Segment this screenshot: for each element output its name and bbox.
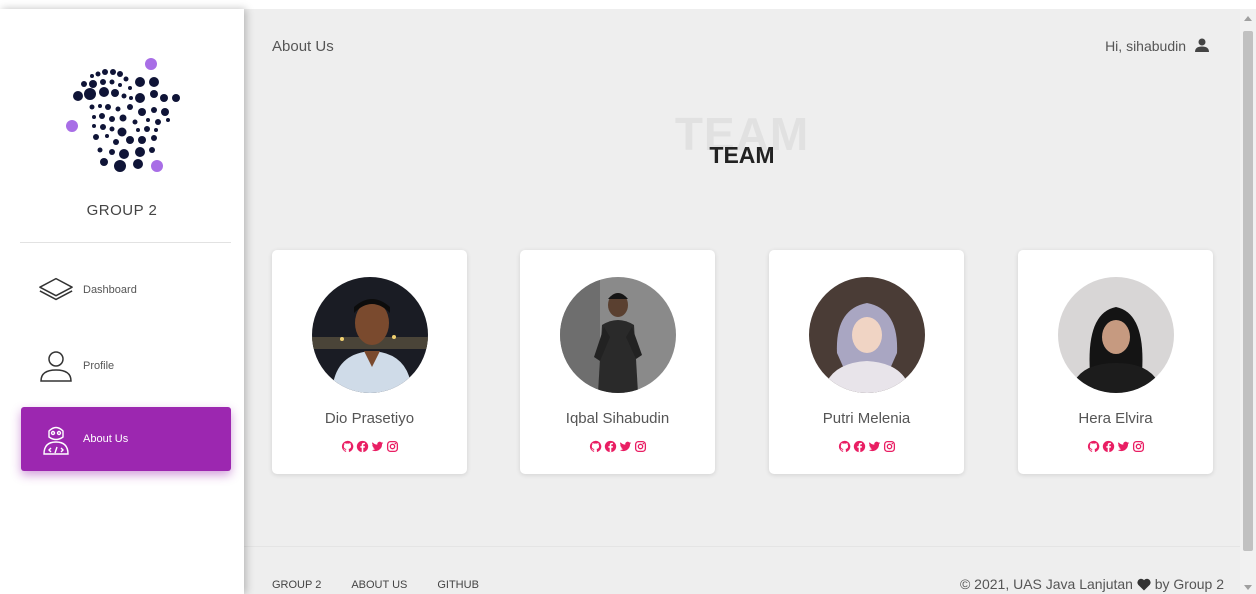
layers-icon <box>38 272 74 308</box>
user-greeting[interactable]: Hi, sihabudin <box>1105 38 1186 54</box>
instagram-icon[interactable] <box>634 440 647 453</box>
sidebar-item-profile[interactable]: Profile <box>21 334 231 398</box>
github-icon[interactable] <box>1087 440 1100 453</box>
sidebar-item-label: Profile <box>83 360 115 372</box>
social-links <box>1018 440 1213 453</box>
team-card: Putri Melenia <box>769 250 964 474</box>
team-card: Dio Prasetiyo <box>272 250 467 474</box>
facebook-icon[interactable] <box>853 440 866 453</box>
member-avatar <box>809 277 925 393</box>
sidebar: GROUP 2 Dashboard Profile About Us <box>0 9 244 594</box>
copyright-text: © 2021, UAS Java Lanjutan <box>959 576 1133 592</box>
developer-icon <box>38 421 74 457</box>
footer-divider <box>244 546 1240 547</box>
heart-icon <box>1137 578 1151 591</box>
scroll-down-arrow-icon[interactable] <box>1244 585 1252 590</box>
social-links <box>272 440 467 453</box>
footer-link-github[interactable]: GITHUB <box>437 579 479 591</box>
instagram-icon[interactable] <box>386 440 399 453</box>
group-logo <box>62 54 188 182</box>
page-title: About Us <box>272 38 334 55</box>
browser-top-strip <box>0 0 1256 9</box>
github-icon[interactable] <box>589 440 602 453</box>
sidebar-item-dashboard[interactable]: Dashboard <box>21 258 231 322</box>
twitter-icon[interactable] <box>619 440 632 453</box>
sidebar-item-about-us[interactable]: About Us <box>21 407 231 471</box>
twitter-icon[interactable] <box>1117 440 1130 453</box>
sidebar-item-label: About Us <box>83 433 129 445</box>
facebook-icon[interactable] <box>1102 440 1115 453</box>
twitter-icon[interactable] <box>868 440 881 453</box>
footer-links: GROUP 2 ABOUT US GITHUB <box>272 579 479 591</box>
section-title: TEAM <box>709 142 775 168</box>
sidebar-item-label: Dashboard <box>83 284 137 296</box>
scroll-up-arrow-icon[interactable] <box>1244 16 1252 21</box>
scroll-thumb[interactable] <box>1243 31 1253 551</box>
user-outline-icon <box>38 348 74 384</box>
member-avatar <box>560 277 676 393</box>
member-name: Putri Melenia <box>822 410 911 427</box>
github-icon[interactable] <box>838 440 851 453</box>
instagram-icon[interactable] <box>1132 440 1145 453</box>
social-links <box>520 440 715 453</box>
sidebar-divider <box>20 242 231 243</box>
twitter-icon[interactable] <box>371 440 384 453</box>
member-name: Iqbal Sihabudin <box>565 410 670 427</box>
main-content: About Us Hi, sihabudin TEAM TEAM Dio Pra… <box>244 9 1240 594</box>
facebook-icon[interactable] <box>356 440 369 453</box>
footer-link-group2[interactable]: GROUP 2 <box>272 579 321 591</box>
social-links <box>769 440 964 453</box>
github-icon[interactable] <box>341 440 354 453</box>
member-avatar <box>312 277 428 393</box>
facebook-icon[interactable] <box>604 440 617 453</box>
vertical-scrollbar[interactable] <box>1240 9 1256 594</box>
copyright-by: by Group 2 <box>1154 576 1224 592</box>
team-card: Iqbal Sihabudin <box>520 250 715 474</box>
member-name: Dio Prasetiyo <box>324 410 415 427</box>
instagram-icon[interactable] <box>883 440 896 453</box>
person-icon[interactable] <box>1194 37 1210 53</box>
footer-copyright: © 2021, UAS Java Lanjutan by Group 2 <box>960 576 1224 592</box>
member-name: Hera Elvira <box>1078 410 1153 427</box>
team-card: Hera Elvira <box>1018 250 1213 474</box>
brand-name: GROUP 2 <box>86 202 158 219</box>
footer-link-about-us[interactable]: ABOUT US <box>351 579 407 591</box>
member-avatar <box>1058 277 1174 393</box>
